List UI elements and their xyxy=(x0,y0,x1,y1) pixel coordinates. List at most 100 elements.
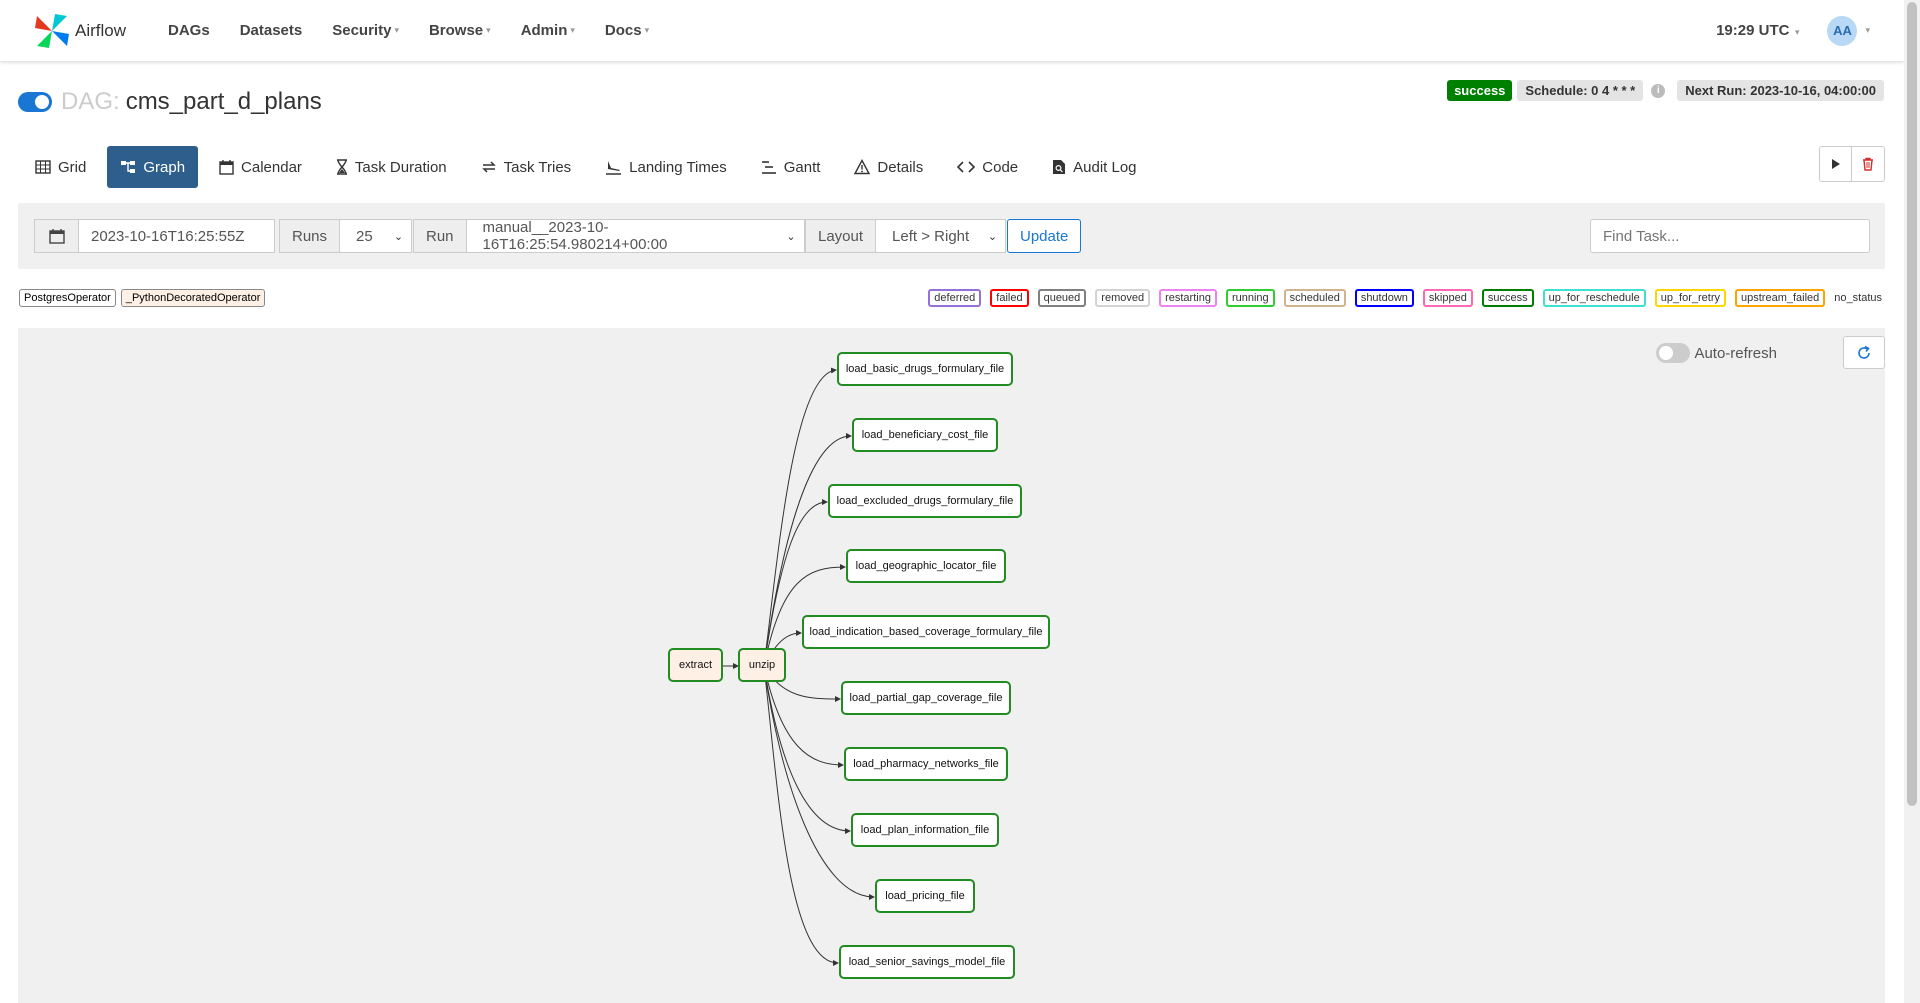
tab-landing-times-label: Landing Times xyxy=(629,158,727,176)
task-node-load-excluded-drugs-formulary[interactable]: load_excluded_drugs_formulary_file xyxy=(828,484,1022,518)
tab-task-tries-label: Task Tries xyxy=(503,158,572,176)
task-node-extract[interactable]: extract xyxy=(668,648,723,682)
tab-calendar[interactable]: Calendar xyxy=(206,146,315,188)
update-group: Update xyxy=(1007,219,1082,253)
caret-down-icon: ▾ xyxy=(486,25,491,35)
base-date-group: 2023-10-16T16:25:55Z xyxy=(34,219,275,253)
operator-tag-postgres: PostgresOperator xyxy=(19,289,116,307)
graph-filter-bar: 2023-10-16T16:25:55Z Runs 25 ⌄ Run manual… xyxy=(18,203,1885,269)
tab-gantt-label: Gantt xyxy=(783,158,821,176)
user-avatar[interactable]: AA xyxy=(1827,15,1858,46)
state-scheduled[interactable]: scheduled xyxy=(1283,289,1346,307)
caret-down-icon[interactable]: ▾ xyxy=(1865,25,1870,36)
state-upstream-failed[interactable]: upstream_failed xyxy=(1735,289,1826,307)
nav-browse[interactable]: Browse ▾ xyxy=(429,22,491,39)
next-run-badge: Next Run: 2023-10-16, 04:00:00 xyxy=(1677,80,1884,101)
tab-details-label: Details xyxy=(877,158,924,176)
timezone-clock[interactable]: 19:29 UTC ▾ xyxy=(1716,22,1799,39)
task-node-load-senior-savings-model[interactable]: load_senior_savings_model_file xyxy=(839,945,1015,979)
dag-id[interactable]: cms_part_d_plans xyxy=(126,88,322,116)
tab-grid[interactable]: Grid xyxy=(22,146,99,188)
tab-graph[interactable]: Graph xyxy=(107,146,199,188)
dag-graph-canvas[interactable]: Auto-refresh extract unzip load_basic_dr… xyxy=(18,328,1885,1003)
nav-security[interactable]: Security ▾ xyxy=(332,22,399,39)
state-up-for-reschedule[interactable]: up_for_reschedule xyxy=(1542,289,1646,307)
retry-icon xyxy=(481,161,496,173)
nav-docs[interactable]: Docs ▾ xyxy=(605,22,649,39)
task-node-load-partial-gap-coverage[interactable]: load_partial_gap_coverage_file xyxy=(841,681,1011,715)
tab-audit-log[interactable]: Audit Log xyxy=(1039,146,1149,188)
task-node-load-indication-based-coverage[interactable]: load_indication_based_coverage_formulary… xyxy=(802,615,1050,649)
layout-select-value: Left > Right xyxy=(892,227,970,245)
play-icon xyxy=(1831,159,1840,169)
state-success[interactable]: success xyxy=(1481,289,1534,307)
runs-select[interactable]: 25 ⌄ xyxy=(340,219,413,253)
delete-dag-button[interactable] xyxy=(1852,146,1885,182)
scrollbar-thumb[interactable] xyxy=(1907,2,1917,806)
state-no-status[interactable]: no_status xyxy=(1834,290,1882,306)
nav-datasets[interactable]: Datasets xyxy=(240,22,303,39)
tab-grid-label: Grid xyxy=(58,158,87,176)
nav-right: 19:29 UTC ▾ AA ▾ xyxy=(1716,0,1904,61)
code-icon xyxy=(957,161,976,173)
plane-landing-icon xyxy=(606,161,622,175)
task-node-load-geographic-locator[interactable]: load_geographic_locator_file xyxy=(846,549,1006,583)
state-queued[interactable]: queued xyxy=(1037,289,1087,307)
state-failed[interactable]: failed xyxy=(990,289,1029,307)
tab-code[interactable]: Code xyxy=(944,146,1031,188)
warning-triangle-icon xyxy=(854,159,871,175)
schedule-badge: Schedule: 0 4 * * * xyxy=(1517,80,1644,101)
calendar-icon xyxy=(48,229,65,244)
task-node-load-plan-information[interactable]: load_plan_information_file xyxy=(851,813,999,847)
state-deferred[interactable]: deferred xyxy=(928,289,982,307)
run-label: Run xyxy=(413,219,467,253)
state-shutdown[interactable]: shutdown xyxy=(1354,289,1414,307)
tab-task-tries[interactable]: Task Tries xyxy=(468,146,585,188)
trash-icon xyxy=(1863,157,1873,171)
nav-dags[interactable]: DAGs xyxy=(168,22,210,39)
tab-task-duration[interactable]: Task Duration xyxy=(323,146,460,188)
trigger-dag-button[interactable] xyxy=(1819,146,1852,182)
update-button[interactable]: Update xyxy=(1007,219,1082,253)
run-select[interactable]: manual__2023-10-16T16:25:54.980214+00:00… xyxy=(466,219,805,253)
tab-gantt[interactable]: Gantt xyxy=(748,146,834,188)
tab-code-label: Code xyxy=(982,158,1019,176)
dag-label: DAG: xyxy=(61,88,120,115)
state-skipped[interactable]: skipped xyxy=(1422,289,1473,307)
grid-icon xyxy=(35,160,51,174)
tab-details[interactable]: Details xyxy=(841,146,936,188)
page-scrollbar[interactable] xyxy=(1904,0,1920,1003)
dag-title: DAG: cms_part_d_plans xyxy=(18,88,322,116)
layout-label: Layout xyxy=(805,219,877,253)
base-date-input[interactable]: 2023-10-16T16:25:55Z xyxy=(79,219,275,253)
operator-tag-python-decorated: _PythonDecoratedOperator xyxy=(120,289,266,307)
calendar-picker-button[interactable] xyxy=(34,219,79,253)
state-up-for-retry[interactable]: up_for_retry xyxy=(1654,289,1727,307)
task-node-unzip[interactable]: unzip xyxy=(738,648,786,682)
dag-pause-toggle[interactable] xyxy=(18,92,52,112)
task-node-load-beneficiary-cost[interactable]: load_beneficiary_cost_file xyxy=(852,418,998,452)
dag-header-info: success Schedule: 0 4 * * * i Next Run: … xyxy=(1447,80,1884,101)
layout-group: Layout Left > Right ⌄ xyxy=(805,219,1007,253)
layout-select[interactable]: Left > Right ⌄ xyxy=(876,219,1007,253)
info-icon[interactable]: i xyxy=(1651,83,1666,98)
clock-text: 19:29 UTC xyxy=(1716,22,1790,39)
runs-label: Runs xyxy=(279,219,341,253)
nav-datasets-label: Datasets xyxy=(239,22,303,39)
state-restarting[interactable]: restarting xyxy=(1159,289,1217,307)
tab-landing-times[interactable]: Landing Times xyxy=(592,146,740,188)
state-removed[interactable]: removed xyxy=(1095,289,1151,307)
nav-admin[interactable]: Admin ▾ xyxy=(521,22,575,39)
nav-docs-label: Docs xyxy=(604,22,642,39)
task-node-load-pharmacy-networks[interactable]: load_pharmacy_networks_file xyxy=(844,747,1008,781)
caret-down-icon: ▾ xyxy=(644,25,650,35)
state-running[interactable]: running xyxy=(1225,289,1275,307)
airflow-home-link[interactable]: Airflow xyxy=(33,12,168,50)
navbar: Airflow DAGs Datasets Security ▾ Browse ▾ … xyxy=(0,0,1904,61)
task-node-load-basic-drugs-formulary[interactable]: load_basic_drugs_formulary_file xyxy=(837,352,1013,386)
calendar-icon xyxy=(219,160,234,175)
gantt-icon xyxy=(761,161,776,174)
state-legend: deferred failed queued removed restartin… xyxy=(919,289,1882,307)
find-task-input[interactable] xyxy=(1590,219,1870,253)
task-node-load-pricing[interactable]: load_pricing_file xyxy=(875,879,975,913)
